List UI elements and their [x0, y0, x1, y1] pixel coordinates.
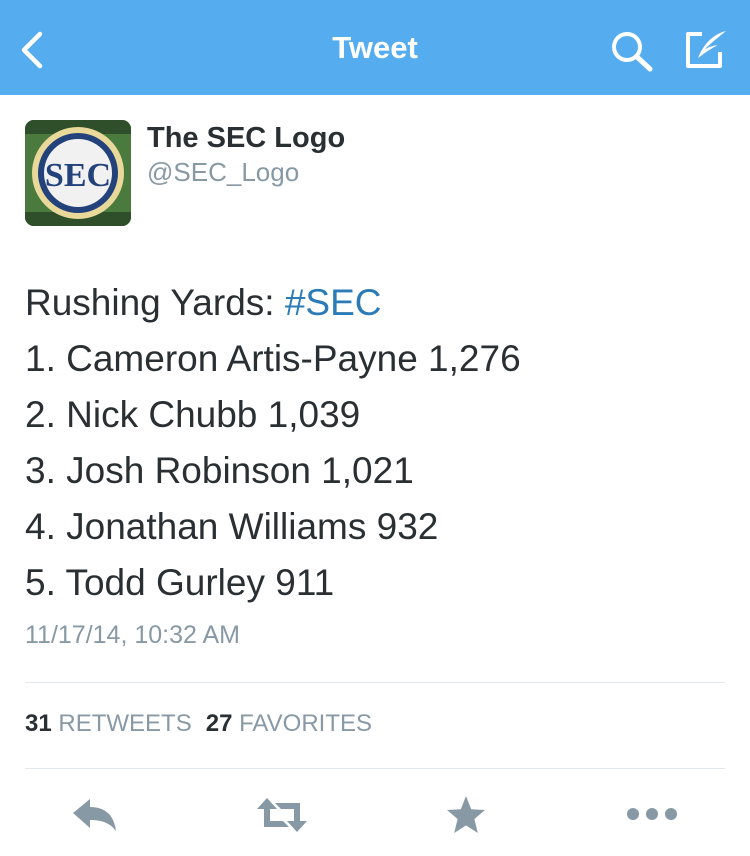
tweet-text-prefix: Rushing Yards:: [25, 282, 285, 323]
tweet-stats: 31 RETWEETS 27 FAVORITES: [25, 710, 372, 738]
favorites-label: FAVORITES: [239, 710, 373, 737]
divider: [25, 768, 725, 769]
tweet-text-line-3: 3. Josh Robinson 1,021: [25, 450, 414, 491]
reply-icon: [73, 799, 116, 831]
more-button[interactable]: [624, 790, 680, 840]
tweet-text: Rushing Yards: #SEC 1. Cameron Artis-Pay…: [25, 275, 725, 611]
compose-button[interactable]: [682, 28, 732, 72]
hashtag-link[interactable]: #SEC: [285, 282, 382, 323]
retweet-button[interactable]: [255, 790, 309, 840]
retweets-stat[interactable]: 31 RETWEETS: [25, 710, 192, 737]
sec-logo-image: SEC: [25, 120, 131, 226]
favorites-stat[interactable]: 27 FAVORITES: [206, 710, 372, 737]
navbar: Tweet: [0, 0, 750, 95]
tweet-text-line-2: 2. Nick Chubb 1,039: [25, 394, 361, 435]
user-handle[interactable]: @SEC_Logo: [147, 157, 299, 188]
tweet-text-line-4: 4. Jonathan Williams 932: [25, 506, 439, 547]
star-icon: [447, 796, 485, 833]
divider: [25, 682, 725, 683]
reply-button[interactable]: [70, 790, 120, 840]
back-button[interactable]: [14, 28, 54, 72]
tweet-text-line-5: 5. Todd Gurley 911: [25, 562, 335, 603]
more-icon: [627, 808, 677, 820]
tweet-text-line-1: 1. Cameron Artis-Payne 1,276: [25, 338, 521, 379]
compose-icon: [686, 31, 726, 68]
favorite-button[interactable]: [444, 790, 488, 840]
chevron-left-icon: [21, 31, 43, 69]
retweet-icon: [257, 798, 307, 832]
tweet-timestamp: 11/17/14, 10:32 AM: [25, 621, 240, 649]
retweets-count: 31: [25, 710, 52, 737]
page-title: Tweet: [332, 30, 418, 65]
tweet-text-line-0: Rushing Yards: #SEC: [25, 275, 725, 331]
retweets-label: RETWEETS: [58, 710, 192, 737]
user-name[interactable]: The SEC Logo: [147, 122, 345, 155]
search-icon: [612, 32, 653, 72]
avatar-logo-text: SEC: [45, 157, 111, 194]
favorites-count: 27: [205, 710, 233, 737]
avatar[interactable]: SEC: [25, 120, 131, 226]
search-button[interactable]: [608, 28, 656, 74]
